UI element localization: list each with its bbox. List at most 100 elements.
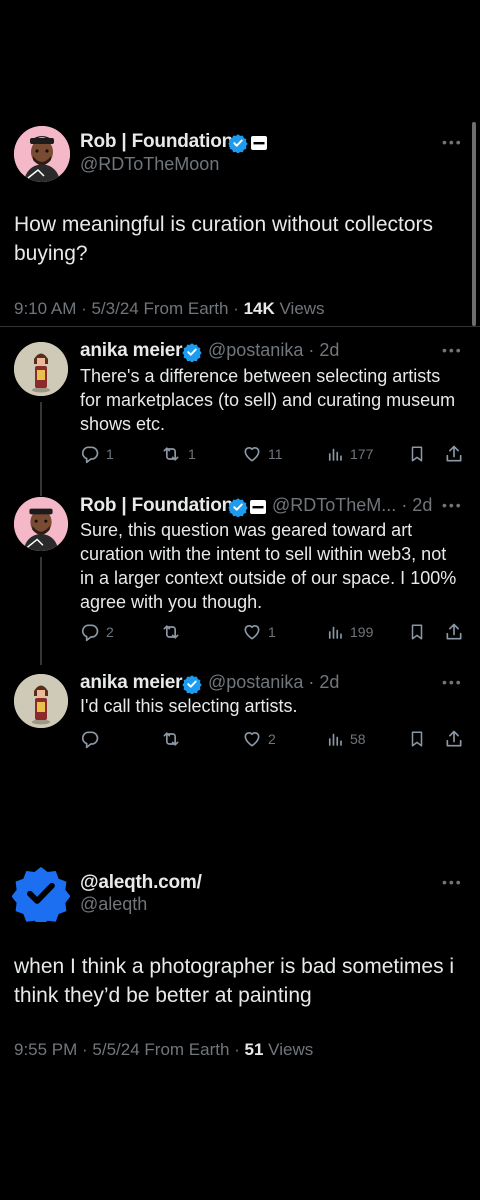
like-count: 2 (268, 731, 276, 747)
tweet1-author[interactable]: Rob | Foundation (80, 131, 233, 153)
reply3-age[interactable]: · 2d (308, 672, 339, 692)
verified-badge-icon (182, 343, 202, 362)
reply-icon (81, 731, 99, 749)
retweet-button[interactable] (160, 726, 188, 752)
reply1-age[interactable]: · 2d (308, 340, 339, 360)
reply-count: 2 (106, 624, 114, 640)
tweet2-text: when I think a photographer is bad somet… (14, 955, 455, 1007)
reply-button[interactable] (80, 726, 106, 752)
like-icon (244, 732, 260, 747)
share-button[interactable] (444, 619, 464, 645)
tweet2-author[interactable]: @aleqth.com/ (80, 872, 202, 894)
tweet1-time[interactable]: 9:10 AM · 5/3/24 From Earth · (14, 299, 244, 318)
reply1-more-icon[interactable]: ••• (442, 342, 463, 358)
thread-line (40, 402, 42, 496)
views-count: 177 (350, 446, 374, 462)
reply2-actions: 2 1 199 (80, 619, 470, 645)
rob-avatar-image (14, 497, 68, 551)
reply2-author[interactable]: Rob | Foundation (80, 495, 233, 517)
views-icon (328, 733, 342, 746)
reply1-handle[interactable]: @postanika (208, 340, 303, 360)
tweet1-metadata: 9:10 AM · 5/3/24 From Earth · 14K Views (14, 299, 325, 319)
reply-button[interactable]: 2 (80, 619, 114, 645)
reply1-text: There's a difference between selecting a… (80, 366, 456, 434)
tweet1-handle[interactable]: @RDToTheMoon (80, 154, 219, 175)
anika-avatar-image (14, 674, 68, 728)
scrollbar-thumb[interactable] (472, 122, 476, 326)
bookmark-icon (411, 624, 423, 640)
retweet-count: 1 (188, 446, 196, 462)
anika-avatar-image (14, 342, 68, 396)
share-icon (446, 730, 462, 747)
reply3-author[interactable]: anika meier (80, 672, 183, 694)
retweet-icon (163, 447, 179, 461)
bookmark-icon (411, 731, 423, 747)
tweet2-handle[interactable]: @aleqth (80, 894, 147, 915)
reply1-actions: 1 1 11 177 (80, 441, 470, 467)
anika-avatar[interactable] (14, 342, 68, 396)
rob-avatar[interactable] (14, 497, 68, 551)
like-button[interactable]: 2 (242, 726, 276, 752)
reply3-text: I'd call this selecting artists. (80, 696, 298, 716)
views-icon (328, 626, 342, 639)
like-button[interactable]: 1 (242, 619, 276, 645)
views-icon (328, 448, 342, 461)
views-count: 58 (350, 731, 366, 747)
tweet1-views-label: Views (274, 299, 325, 318)
like-icon (244, 447, 260, 462)
like-count: 1 (268, 624, 276, 640)
retweet-button[interactable]: 1 (160, 441, 196, 467)
tweet1-more-icon[interactable]: ••• (442, 134, 463, 150)
tweet2-views-count: 51 (244, 1040, 264, 1059)
retweet-icon (163, 625, 179, 639)
like-button[interactable]: 11 (242, 441, 283, 467)
share-button[interactable] (444, 726, 464, 752)
reply-icon (81, 624, 99, 642)
verified-badge-icon (182, 675, 202, 694)
reply2-handle-line: @RDToTheM... · 2d (272, 495, 432, 516)
retweet-button[interactable] (160, 619, 188, 645)
tweet2-views-label: Views (263, 1040, 314, 1059)
bookmark-button[interactable] (408, 726, 426, 752)
views-button[interactable]: 177 (326, 441, 373, 467)
reply2-age[interactable]: · 2d (401, 495, 432, 515)
reply-count: 1 (106, 446, 114, 462)
reply-icon (81, 446, 99, 464)
bookmark-button[interactable] (408, 619, 426, 645)
tweet2-time[interactable]: 9:55 PM · 5/5/24 From Earth · (14, 1040, 245, 1059)
reply2-handle[interactable]: @RDToTheM... (272, 495, 396, 515)
thread-line (40, 557, 42, 665)
reply-button[interactable]: 1 (80, 441, 114, 467)
divider (0, 326, 480, 327)
bookmark-icon (411, 446, 423, 462)
share-button[interactable] (444, 441, 464, 467)
reply2-more-icon[interactable]: ••• (442, 497, 463, 513)
share-icon (446, 445, 462, 462)
rob-avatar[interactable] (14, 126, 70, 182)
reply3-handle-line: @postanika · 2d (208, 672, 339, 693)
aleqth-avatar-verified-icon[interactable] (12, 864, 70, 922)
like-count: 11 (268, 446, 283, 462)
tweet2-metadata: 9:55 PM · 5/5/24 From Earth · 51 Views (14, 1040, 313, 1060)
reply3-handle[interactable]: @postanika (208, 672, 303, 692)
verified-badge-icon (228, 134, 248, 153)
tweet1-text: How meaningful is curation without colle… (14, 213, 434, 265)
views-button[interactable]: 199 (326, 619, 373, 645)
share-icon (446, 623, 462, 640)
tweet2-more-icon[interactable]: ••• (442, 874, 463, 890)
reply3-more-icon[interactable]: ••• (442, 674, 463, 690)
tweet1-views-count: 14K (243, 299, 275, 318)
affiliate-badge-icon (251, 136, 267, 150)
verified-badge-icon (228, 498, 248, 517)
reply1-handle-line: @postanika · 2d (208, 340, 339, 361)
affiliate-badge-icon (250, 500, 266, 514)
anika-avatar[interactable] (14, 674, 68, 728)
views-count: 199 (350, 624, 374, 640)
views-button[interactable]: 58 (326, 726, 366, 752)
retweet-icon (163, 732, 179, 746)
like-icon (244, 625, 260, 640)
reply1-author[interactable]: anika meier (80, 340, 183, 362)
bookmark-button[interactable] (408, 441, 426, 467)
reply2-text: Sure, this question was geared toward ar… (80, 520, 457, 612)
rob-avatar-image (14, 126, 70, 182)
